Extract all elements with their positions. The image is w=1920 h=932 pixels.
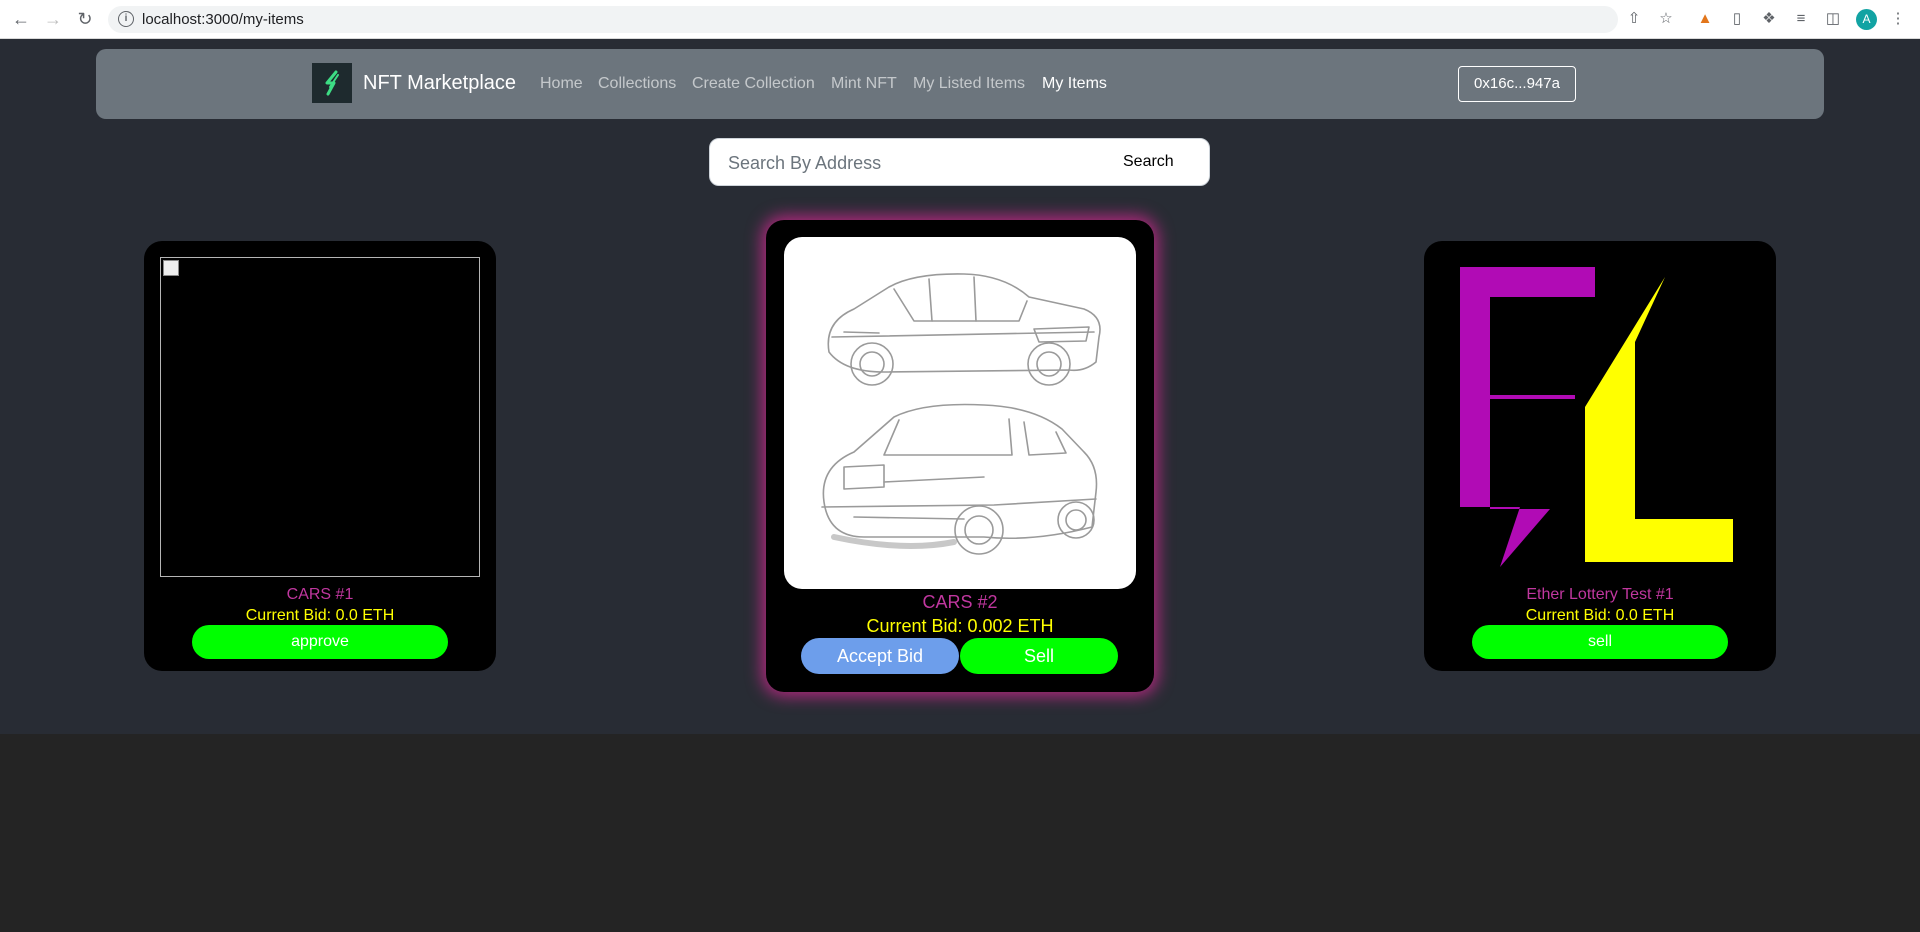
nft-title: Ether Lottery Test #1 — [1526, 586, 1674, 603]
share-icon[interactable]: ⇧ — [1624, 9, 1644, 29]
search-input[interactable]: Search By Address — [728, 153, 881, 174]
star-icon[interactable]: ☆ — [1656, 9, 1676, 29]
forward-icon[interactable]: → — [42, 8, 64, 30]
nav-link-my-listed-items[interactable]: My Listed Items — [913, 75, 1025, 93]
search-button[interactable]: Search — [1123, 153, 1174, 171]
navbar: NFT Marketplace Home Collections Create … — [96, 49, 1824, 119]
address-bar[interactable] — [108, 6, 1618, 33]
reading-list-icon[interactable]: ≡ — [1791, 9, 1811, 29]
nft-image-car-sketch — [784, 237, 1136, 589]
accept-bid-button[interactable]: Accept Bid — [801, 638, 959, 674]
reload-icon[interactable]: ↻ — [74, 8, 96, 30]
nav-link-collections[interactable]: Collections — [598, 75, 676, 93]
search-box: Search By Address Search — [709, 138, 1210, 186]
sell-button[interactable]: sell — [1472, 625, 1728, 659]
nav-link-create-collection[interactable]: Create Collection — [692, 75, 815, 93]
nav-link-my-items[interactable]: My Items — [1042, 75, 1107, 93]
nft-image-el-logo — [1440, 257, 1760, 577]
info-icon[interactable]: i — [118, 11, 134, 27]
nft-card: CARS #1 Current Bid: 0.0 ETH approve — [144, 241, 496, 671]
nft-current-bid: Current Bid: 0.002 ETH — [866, 616, 1054, 636]
browser-toolbar: ← → ↻ i localhost:3000/my-items ⇧ ☆ ▲ ▯ … — [0, 0, 1920, 39]
extensions-puzzle-icon[interactable]: ❖ — [1759, 9, 1779, 29]
page-footer-area — [0, 734, 1920, 932]
nav-link-mint-nft[interactable]: Mint NFT — [831, 75, 897, 93]
profile-avatar[interactable]: A — [1856, 9, 1877, 30]
url-text[interactable]: localhost:3000/my-items — [142, 11, 304, 28]
brand-title[interactable]: NFT Marketplace — [363, 72, 516, 95]
menu-dots-icon[interactable]: ⋮ — [1888, 9, 1908, 29]
phone-icon[interactable]: ▯ — [1727, 9, 1747, 29]
nft-title: CARS #2 — [922, 592, 998, 612]
nft-card: Ether Lottery Test #1 Current Bid: 0.0 E… — [1424, 241, 1776, 671]
nav-link-home[interactable]: Home — [540, 75, 583, 93]
metamask-fox-icon[interactable]: ▲ — [1695, 9, 1715, 29]
side-panel-icon[interactable]: ◫ — [1823, 9, 1843, 29]
back-icon[interactable]: ← — [10, 8, 32, 30]
broken-image-icon — [160, 257, 480, 577]
brand-logo-icon[interactable] — [312, 63, 352, 103]
app-page: NFT Marketplace Home Collections Create … — [0, 39, 1920, 734]
sell-button[interactable]: Sell — [960, 638, 1118, 674]
nft-current-bid: Current Bid: 0.0 ETH — [1525, 607, 1675, 624]
nft-card: CARS #2 Current Bid: 0.002 ETH Accept Bi… — [766, 220, 1154, 692]
nft-current-bid: Current Bid: 0.0 ETH — [245, 607, 395, 624]
wallet-address-button[interactable]: 0x16c...947a — [1458, 66, 1576, 102]
approve-button[interactable]: approve — [192, 625, 448, 659]
nft-title: CARS #1 — [286, 586, 354, 603]
